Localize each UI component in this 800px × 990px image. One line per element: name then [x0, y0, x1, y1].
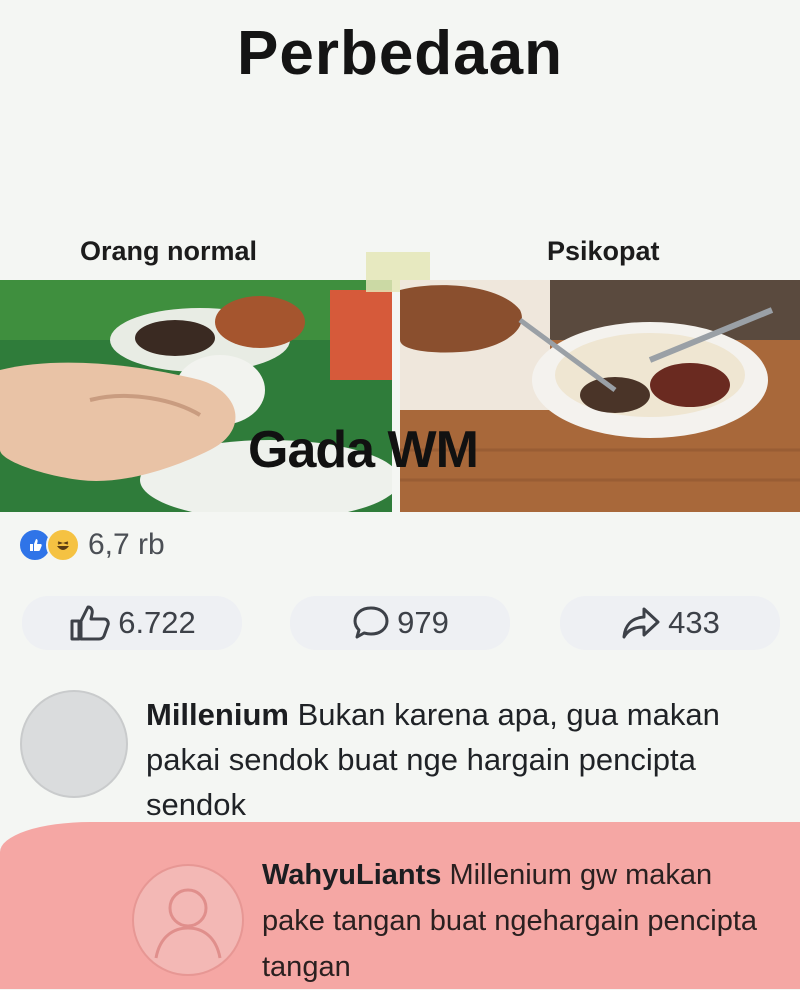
share-icon [622, 607, 660, 639]
caption-left: Orang normal [80, 236, 258, 266]
comment-button[interactable]: 979 [290, 596, 510, 650]
comment-count: 979 [397, 605, 449, 640]
like-button[interactable]: 6.722 [22, 596, 242, 650]
comment-author[interactable]: Millenium [146, 697, 289, 732]
reaction-total: 6,7 rb [88, 528, 165, 561]
avatar[interactable] [132, 864, 244, 976]
reply-item-highlighted: WahyuLiants Millenium gw makan pake tang… [0, 822, 800, 989]
comment-item: Millenium Bukan karena apa, gua makan pa… [0, 668, 800, 828]
action-bar: 6.722 979 433 [0, 590, 800, 660]
thumbs-up-icon [70, 605, 110, 641]
share-count: 433 [668, 605, 720, 640]
reply-body: WahyuLiants Millenium gw makan pake tang… [262, 852, 782, 990]
comment-body: Millenium Bukan karena apa, gua makan pa… [146, 692, 776, 827]
caption-right: Psikopat [547, 236, 660, 266]
avatar[interactable] [20, 690, 128, 798]
like-count: 6.722 [118, 605, 196, 640]
post-title: Perbedaan [236, 19, 564, 88]
reaction-summary[interactable]: 6,7 rb [18, 528, 165, 562]
share-button[interactable]: 433 [560, 596, 780, 650]
comment-icon [353, 606, 389, 639]
default-avatar-icon [154, 888, 222, 959]
reply-author[interactable]: WahyuLiants [262, 859, 441, 891]
haha-reaction-icon [46, 528, 80, 562]
watermark-text: Gada WM [248, 421, 479, 479]
